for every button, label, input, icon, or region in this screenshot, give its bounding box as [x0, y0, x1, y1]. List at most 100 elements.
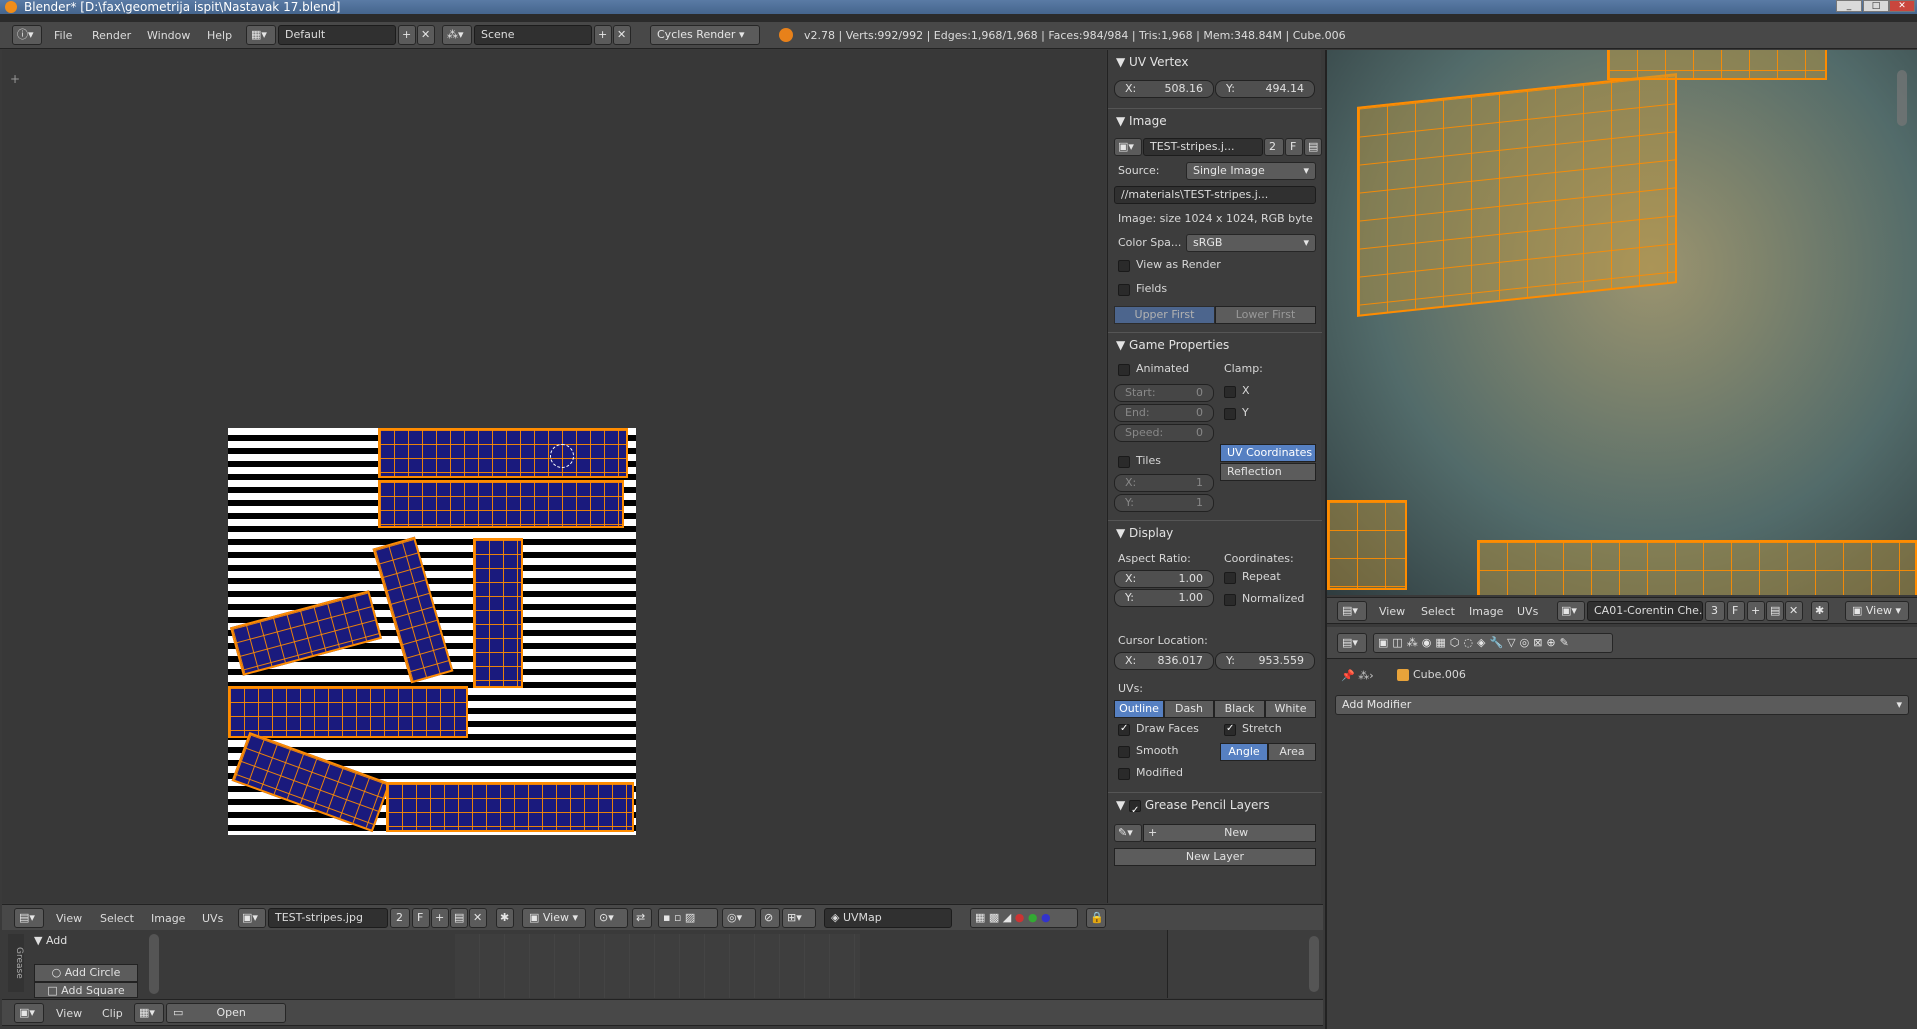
tex-menu-image[interactable]: Image: [1469, 598, 1503, 625]
tex-image-name[interactable]: CA01-Corentin Che...: [1587, 601, 1703, 621]
toolbar-scrollbar[interactable]: [149, 934, 159, 994]
clip-timeline-area[interactable]: [455, 934, 860, 998]
uv-coordinates-button[interactable]: UV Coordinates: [1220, 444, 1316, 462]
uv-island[interactable]: [386, 782, 634, 832]
add-circle-button[interactable]: ○ Add Circle: [34, 964, 138, 982]
uv-image-editor[interactable]: +: [2, 50, 1106, 903]
add-square-button[interactable]: □ Add Square: [34, 982, 138, 998]
area-button[interactable]: Area: [1268, 743, 1316, 761]
uv-fake-user[interactable]: F: [412, 908, 430, 928]
snap-icon[interactable]: ⊘: [760, 908, 780, 928]
tiles-checkbox[interactable]: [1118, 456, 1130, 468]
tex-image-browse-icon[interactable]: ▣▾: [1557, 601, 1585, 621]
uv-menu-image[interactable]: Image: [151, 905, 185, 932]
grease-pencil-checkbox[interactable]: [1129, 799, 1142, 823]
uv-island[interactable]: [473, 538, 523, 688]
uv-stripes-image[interactable]: [228, 428, 636, 835]
tex-menu-select[interactable]: Select: [1421, 598, 1455, 625]
aspect-x-field[interactable]: X: 1.00: [1114, 570, 1214, 588]
menu-render[interactable]: Render: [92, 22, 131, 49]
pivot-icon[interactable]: ⊙▾: [594, 908, 628, 928]
tiles-x-field[interactable]: X: 1: [1114, 474, 1214, 492]
clip-browse-icon[interactable]: ▦▾: [134, 1003, 164, 1023]
uv-new-image-icon[interactable]: +: [431, 908, 449, 928]
uv-view-mode-select[interactable]: ▣ View ▾: [522, 908, 586, 928]
add-scene-icon[interactable]: +: [594, 25, 612, 45]
stretch-checkbox[interactable]: [1224, 723, 1236, 736]
uv-island[interactable]: [231, 731, 391, 833]
cursor-y-field[interactable]: Y: 953.559: [1215, 652, 1315, 670]
tex-fake-user[interactable]: F: [1727, 601, 1745, 621]
tool-tab-grease[interactable]: Grease: [8, 934, 24, 992]
tiles-y-field[interactable]: Y: 1: [1114, 494, 1214, 512]
uv-image-name[interactable]: TEST-stripes.jpg: [268, 908, 388, 928]
add-modifier-select[interactable]: Add Modifier ▾: [1335, 695, 1909, 715]
2d-cursor-icon[interactable]: [550, 444, 574, 468]
properties-editor-type-icon[interactable]: ▤▾: [1337, 633, 1367, 653]
tex-menu-uvs[interactable]: UVs: [1517, 598, 1538, 625]
add-panel-header[interactable]: ▼ Add: [34, 934, 67, 947]
uv-editor-type-icon[interactable]: ▤▾: [14, 908, 44, 928]
reflection-button[interactable]: Reflection: [1220, 463, 1316, 481]
animated-checkbox[interactable]: [1118, 364, 1130, 376]
close-button[interactable]: ✕: [1889, 0, 1915, 12]
sync-selection-icon[interactable]: ⇄: [632, 908, 652, 928]
mesh-overlay[interactable]: [1477, 540, 1917, 595]
aspect-y-field[interactable]: Y: 1.00: [1114, 589, 1214, 607]
game-properties-panel-header[interactable]: ▼ Game Properties: [1108, 332, 1322, 356]
draw-faces-checkbox[interactable]: [1118, 723, 1130, 736]
region-toggle-icon[interactable]: +: [10, 72, 20, 86]
maximize-button[interactable]: □: [1863, 0, 1889, 12]
image-browse-icon[interactable]: ▣▾: [1114, 138, 1142, 156]
open-image-icon[interactable]: ▤: [1304, 138, 1322, 156]
tex-pin-icon[interactable]: ✱: [1811, 601, 1829, 621]
repeat-checkbox[interactable]: [1224, 572, 1236, 584]
tex-image-users[interactable]: 3: [1705, 601, 1725, 621]
clip-menu-view[interactable]: View: [56, 1000, 82, 1027]
new-layer-button[interactable]: New Layer: [1114, 848, 1316, 866]
upper-first-button[interactable]: Upper First: [1114, 306, 1215, 324]
fields-checkbox[interactable]: [1118, 284, 1130, 296]
clip-menu-clip[interactable]: Clip: [102, 1000, 123, 1027]
clip-editor-type-icon[interactable]: ▣▾: [14, 1003, 44, 1023]
speed-field[interactable]: Speed: 0: [1114, 424, 1214, 442]
uv-island[interactable]: [229, 590, 383, 676]
display-panel-header[interactable]: ▼ Display: [1108, 520, 1322, 544]
dash-button[interactable]: Dash: [1164, 700, 1214, 718]
menu-window[interactable]: Window: [147, 22, 190, 49]
snap-element-icon[interactable]: ⊞▾: [782, 908, 816, 928]
uv-island[interactable]: [378, 480, 624, 528]
editor-type-icon[interactable]: ⓘ▾: [12, 25, 42, 45]
remove-layout-icon[interactable]: ✕: [417, 25, 435, 45]
render-engine-select[interactable]: Cycles Render ▾: [650, 25, 760, 45]
uv-vertex-panel-header[interactable]: ▼ UV Vertex: [1108, 50, 1322, 74]
image-panel-header[interactable]: ▼ Image: [1108, 108, 1322, 132]
select-mode-icons[interactable]: ▪ ▫ ▨: [658, 908, 718, 928]
uv-open-image-icon[interactable]: ▤: [450, 908, 468, 928]
menu-file[interactable]: File: [54, 22, 72, 49]
uv-image-users[interactable]: 2: [390, 908, 410, 928]
mesh-overlay[interactable]: [1607, 50, 1827, 80]
clamp-x-checkbox[interactable]: [1224, 386, 1236, 398]
uvmap-field[interactable]: ◈ UVMap: [824, 908, 952, 928]
uv-image-browse-icon[interactable]: ▣▾: [238, 908, 266, 928]
normalized-checkbox[interactable]: [1224, 594, 1236, 606]
texture-editor-type-icon[interactable]: ▤▾: [1337, 601, 1367, 621]
smooth-checkbox[interactable]: [1118, 746, 1130, 758]
tex-open-image-icon[interactable]: ▤: [1766, 601, 1784, 621]
mesh-overlay[interactable]: [1327, 500, 1407, 590]
tex-view-mode-select[interactable]: ▣ View ▾: [1845, 601, 1909, 621]
add-layout-icon[interactable]: +: [398, 25, 416, 45]
uv-island[interactable]: [372, 536, 454, 684]
uv-vertex-x-field[interactable]: X: 508.16: [1114, 80, 1214, 98]
image-users[interactable]: 2: [1264, 138, 1284, 156]
uv-menu-select[interactable]: Select: [100, 905, 134, 932]
end-field[interactable]: End: 0: [1114, 404, 1214, 422]
outline-button[interactable]: Outline: [1114, 700, 1164, 718]
pencil-icon[interactable]: ✎▾: [1114, 824, 1142, 842]
tex-unlink-icon[interactable]: ✕: [1785, 601, 1803, 621]
mesh-overlay[interactable]: [1357, 73, 1677, 317]
clamp-y-checkbox[interactable]: [1224, 408, 1236, 420]
image-filepath-field[interactable]: //materials\TEST-stripes.j...: [1114, 186, 1316, 204]
colorspace-select[interactable]: sRGB ▾: [1186, 234, 1316, 252]
